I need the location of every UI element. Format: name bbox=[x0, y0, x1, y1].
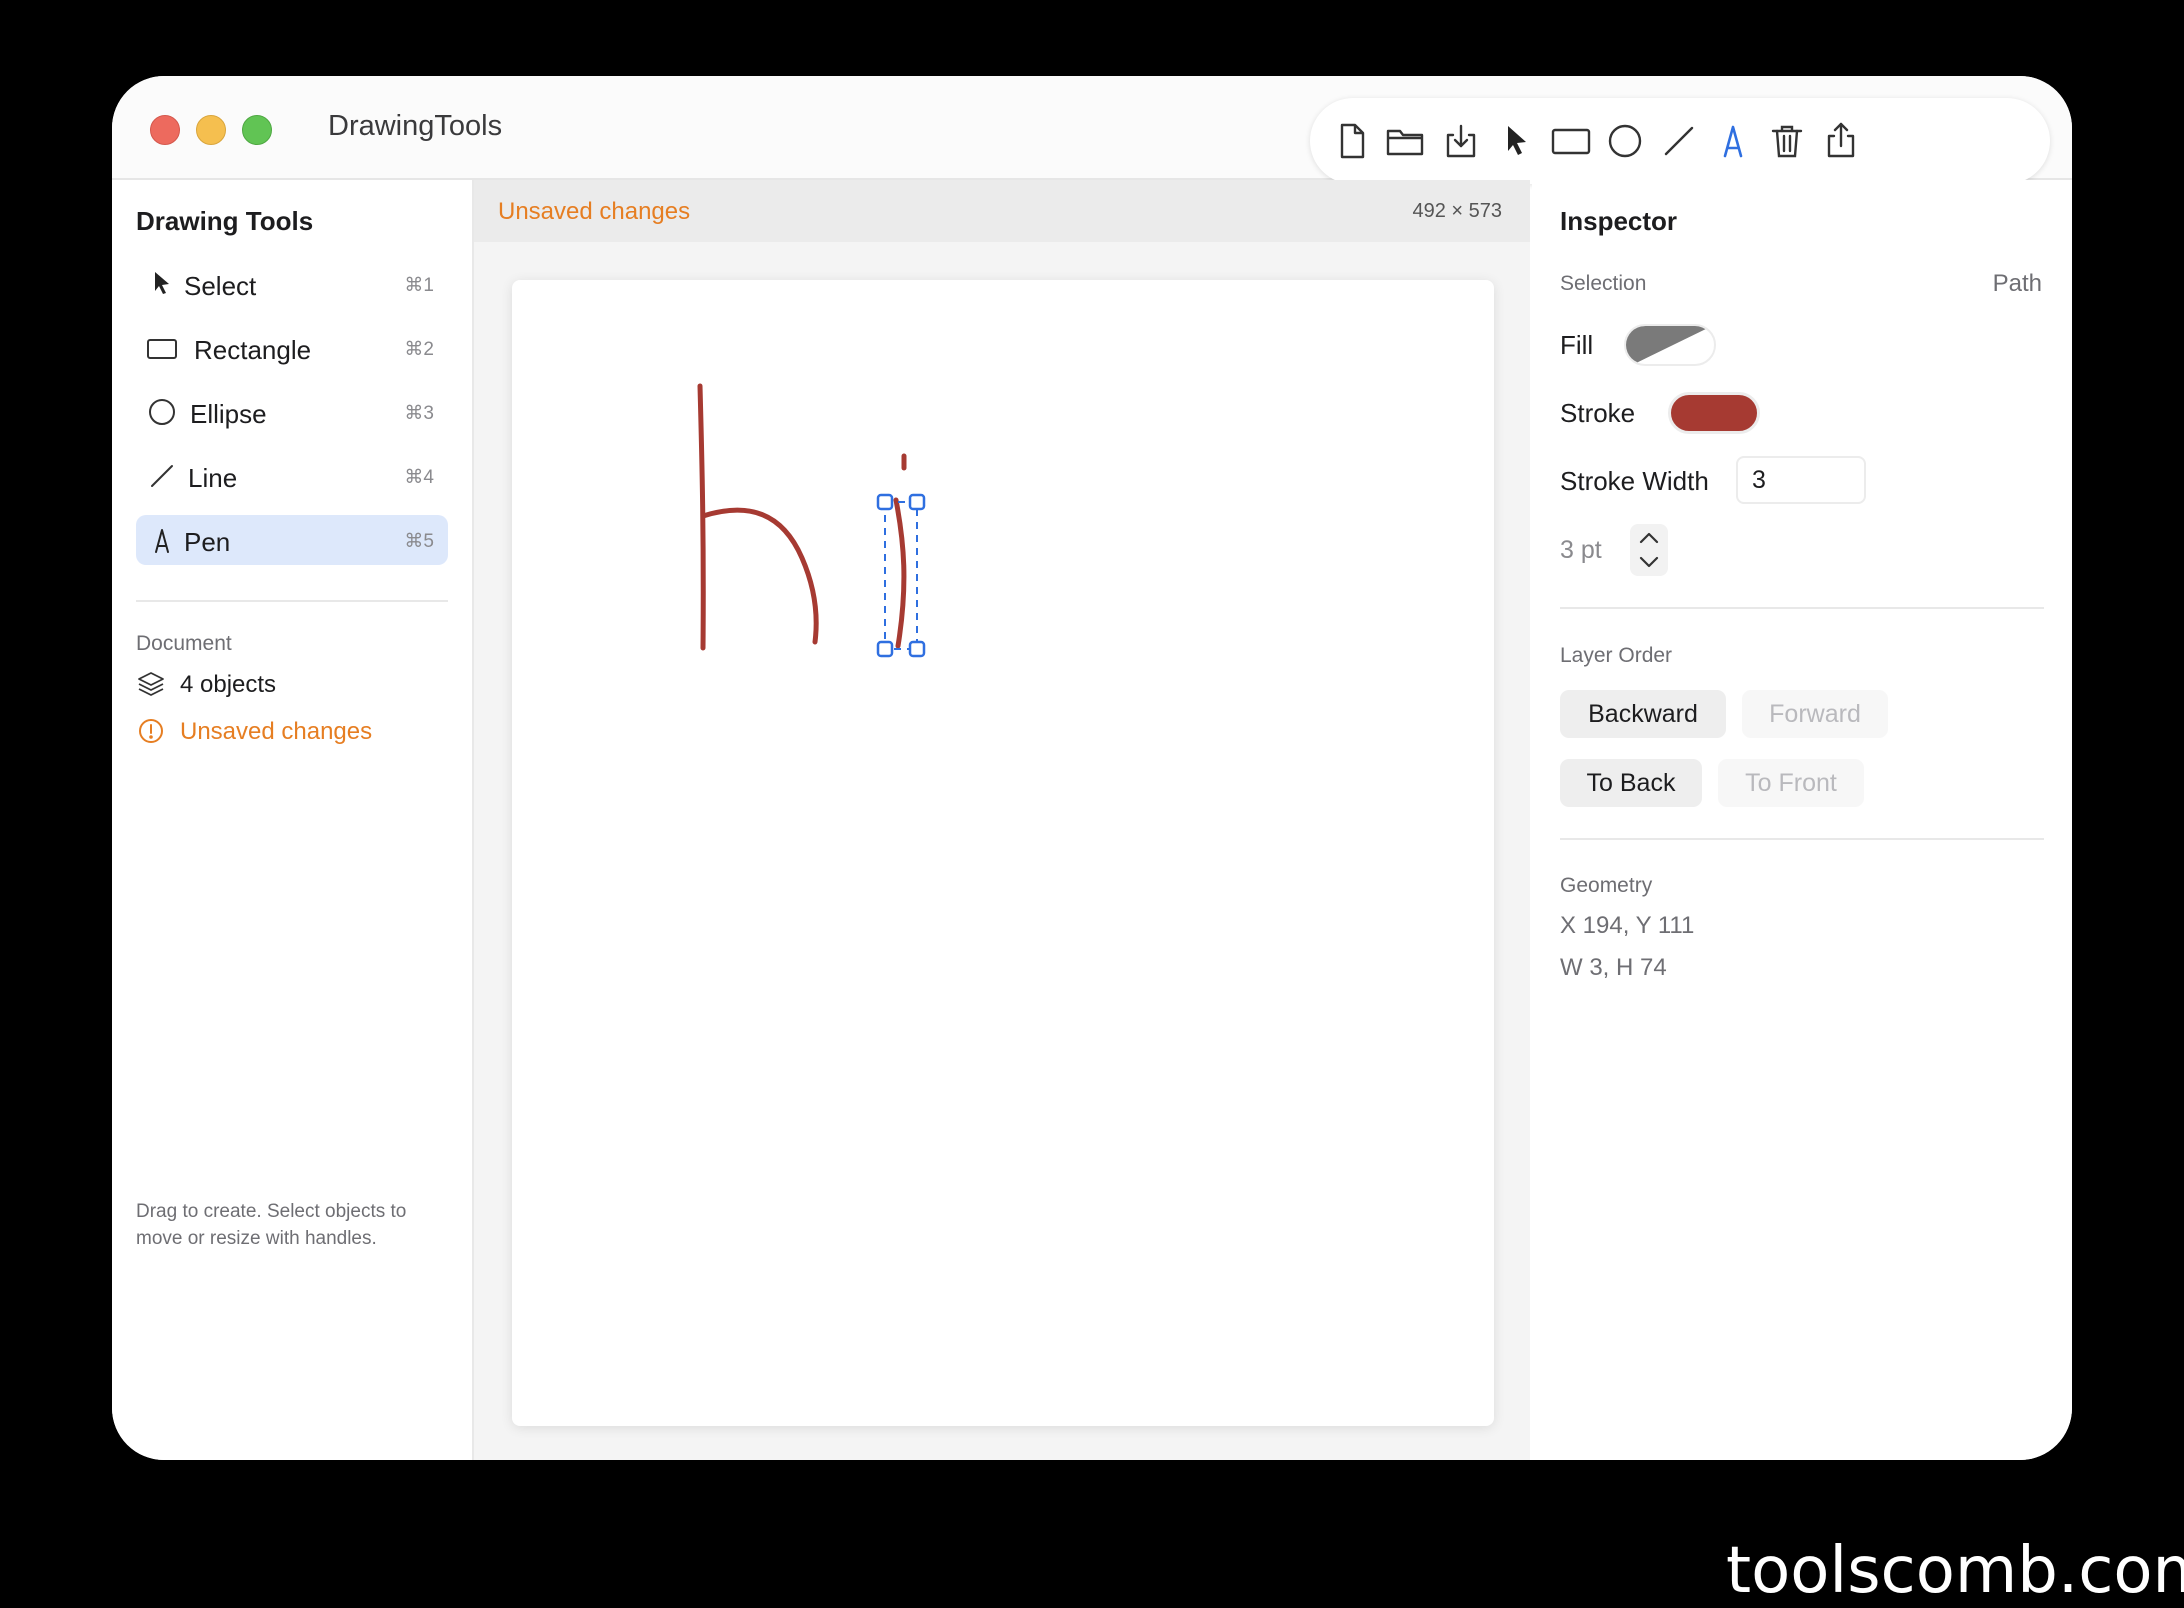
chevron-down-icon[interactable] bbox=[1639, 556, 1659, 568]
watermark: toolscomb.com bbox=[1726, 1534, 2184, 1608]
inspector-divider bbox=[1560, 838, 2044, 840]
zoom-window-button[interactable] bbox=[242, 115, 272, 145]
unsaved-status: Unsaved changes bbox=[498, 198, 691, 225]
layer-order-label: Layer Order bbox=[1560, 644, 1673, 667]
pen-stroke-i-stem[interactable] bbox=[893, 497, 907, 649]
tool-label: Rectangle bbox=[194, 335, 312, 365]
object-count: 4 objects bbox=[136, 668, 436, 702]
geometry-position: X 194, Y 111 bbox=[1560, 912, 1695, 939]
tool-label: Ellipse bbox=[190, 399, 267, 429]
select-arrow-icon bbox=[155, 272, 169, 294]
chevron-up-icon[interactable] bbox=[1639, 532, 1659, 544]
sidebar-title: Drawing Tools bbox=[136, 206, 314, 236]
stroke-color-swatch[interactable] bbox=[1668, 392, 1760, 434]
tool-shortcut: ⌘3 bbox=[404, 403, 434, 424]
forward-button[interactable]: Forward bbox=[1742, 690, 1888, 738]
trash-icon bbox=[1771, 125, 1803, 158]
select-arrow-icon bbox=[1508, 126, 1526, 155]
canvas-status-bar: Unsaved changes 492 × 573 bbox=[474, 180, 1530, 242]
tool-shortcut: ⌘5 bbox=[404, 531, 434, 552]
delete-button[interactable] bbox=[1764, 118, 1810, 164]
resize-handle-bottom-right[interactable] bbox=[908, 640, 926, 658]
sidebar-tool-ellipse[interactable]: Ellipse ⌘3 bbox=[136, 387, 448, 437]
tool-label: Line bbox=[188, 463, 238, 493]
sidebar: Drawing Tools Select ⌘1 Rectangle ⌘2 Ell… bbox=[112, 180, 474, 1460]
help-text: Drag to create. Select objects to move o… bbox=[136, 1201, 407, 1249]
minimize-window-button[interactable] bbox=[196, 115, 226, 145]
pen-icon bbox=[155, 529, 169, 553]
app-title: DrawingTools bbox=[328, 110, 503, 142]
title-bar: DrawingTools bbox=[112, 76, 2072, 184]
canvas-size: 492 × 573 bbox=[1412, 200, 1502, 222]
tool-shortcut: ⌘1 bbox=[404, 275, 434, 296]
new-document-icon bbox=[1340, 123, 1365, 159]
to-front-button[interactable]: To Front bbox=[1718, 759, 1864, 807]
tool-shortcut: ⌘2 bbox=[404, 339, 434, 360]
object-count-label: 4 objects bbox=[180, 671, 277, 698]
unsaved-label: Unsaved changes bbox=[180, 718, 373, 745]
stroke-width-stepper[interactable] bbox=[1630, 524, 1668, 576]
rectangle-icon bbox=[147, 339, 177, 359]
canvas-area: Unsaved changes 492 × 573 bbox=[474, 180, 1530, 1460]
ellipse-tool-button[interactable] bbox=[1602, 118, 1648, 164]
ellipse-icon bbox=[1608, 124, 1642, 158]
to-back-button[interactable]: To Back bbox=[1560, 759, 1702, 807]
resize-handle-bottom-left[interactable] bbox=[876, 640, 894, 658]
app-window: DrawingTools Drawing Tools Select ⌘1 Rec… bbox=[112, 76, 2072, 1460]
resize-handle-top-right[interactable] bbox=[908, 493, 926, 511]
pen-stroke-h-arch[interactable] bbox=[700, 507, 819, 645]
open-button[interactable] bbox=[1382, 118, 1428, 164]
inspector-panel: Inspector Selection Path Fill Stroke Str… bbox=[1532, 180, 2072, 1460]
save-button[interactable] bbox=[1438, 118, 1484, 164]
layers-icon bbox=[138, 672, 164, 696]
inspector-title: Inspector bbox=[1560, 206, 1678, 236]
stroke-width-label: Stroke Width bbox=[1560, 466, 1709, 496]
stroke-width-input[interactable]: 3 bbox=[1736, 456, 1866, 504]
selection-label: Selection bbox=[1560, 272, 1647, 295]
save-download-icon bbox=[1446, 124, 1476, 158]
tool-shortcut: ⌘4 bbox=[404, 467, 434, 488]
selection-value: Path bbox=[1992, 270, 2042, 297]
sidebar-tool-select[interactable]: Select ⌘1 bbox=[136, 259, 448, 309]
stroke-width-pt: 3 pt bbox=[1560, 536, 1602, 564]
pen-tool-button[interactable] bbox=[1710, 118, 1756, 164]
share-icon bbox=[1827, 122, 1855, 158]
line-icon bbox=[1664, 126, 1694, 156]
pen-icon bbox=[1723, 125, 1743, 158]
fill-swatch[interactable] bbox=[1624, 324, 1716, 366]
inspector-divider bbox=[1560, 607, 2044, 609]
resize-handle-top-left[interactable] bbox=[876, 493, 894, 511]
open-folder-icon bbox=[1386, 129, 1424, 156]
geometry-label: Geometry bbox=[1560, 874, 1653, 897]
canvas-drawing bbox=[697, 383, 926, 658]
rectangle-icon bbox=[1551, 128, 1591, 155]
document-heading: Document bbox=[136, 632, 232, 655]
backward-button[interactable]: Backward bbox=[1560, 690, 1726, 738]
new-document-button[interactable] bbox=[1328, 118, 1374, 164]
fill-label: Fill bbox=[1560, 330, 1594, 360]
tool-label: Select bbox=[184, 271, 257, 301]
no-fill-indicator-icon bbox=[1626, 326, 1712, 364]
drawing-canvas[interactable] bbox=[512, 280, 1494, 1426]
sidebar-divider bbox=[136, 600, 448, 602]
sidebar-tool-line[interactable]: Line ⌘4 bbox=[136, 451, 448, 501]
select-tool-button[interactable] bbox=[1492, 118, 1538, 164]
line-icon bbox=[151, 465, 173, 487]
geometry-size: W 3, H 74 bbox=[1560, 954, 1667, 981]
close-window-button[interactable] bbox=[150, 115, 180, 145]
toolbar bbox=[1310, 98, 2050, 184]
rectangle-tool-button[interactable] bbox=[1548, 118, 1594, 164]
ellipse-icon bbox=[149, 399, 175, 425]
sidebar-tool-rectangle[interactable]: Rectangle ⌘2 bbox=[136, 323, 448, 373]
line-tool-button[interactable] bbox=[1656, 118, 1702, 164]
warning-circle-icon bbox=[139, 719, 163, 743]
tool-label: Pen bbox=[184, 527, 231, 557]
stroke-label: Stroke bbox=[1560, 398, 1636, 428]
sidebar-tool-pen[interactable]: Pen ⌘5 bbox=[136, 515, 448, 565]
share-button[interactable] bbox=[1818, 118, 1864, 164]
unsaved-indicator: Unsaved changes bbox=[136, 715, 436, 749]
